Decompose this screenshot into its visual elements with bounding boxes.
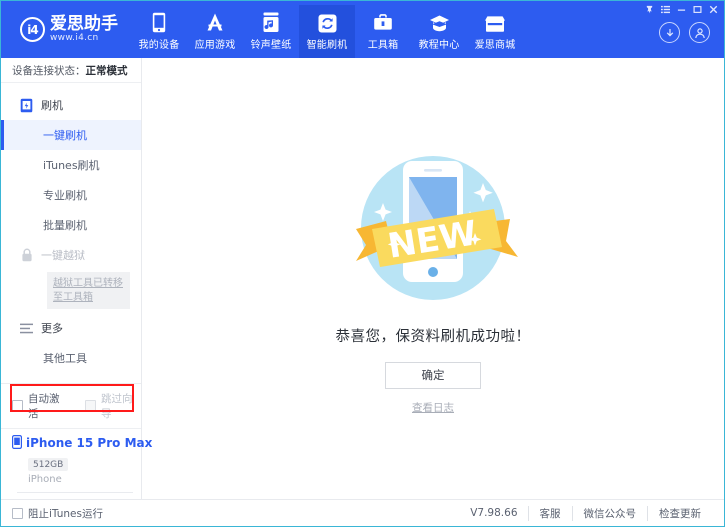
status-bar: 阻止iTunes运行 V7.98.66 客服 微信公众号 检查更新 xyxy=(1,499,724,526)
block-itunes-label: 阻止iTunes运行 xyxy=(28,507,103,520)
connection-status-value: 正常模式 xyxy=(85,64,128,77)
jailbreak-tooltip: 越狱工具已转移至工具箱 xyxy=(47,272,130,309)
lock-icon xyxy=(19,248,34,263)
graduation-cap-icon xyxy=(429,11,450,33)
window-controls xyxy=(642,3,720,16)
nav-tab-tutorials[interactable]: 教程中心 xyxy=(411,5,467,58)
sidebar-item-itunes-flash[interactable]: iTunes刷机 xyxy=(1,150,141,180)
skip-wizard-label: 跳过向导 xyxy=(101,392,133,420)
connection-status-label: 设备连接状态： xyxy=(12,64,86,77)
brand-logo-block: i4 爱思助手 www.i4.cn xyxy=(1,1,131,58)
sidebar-item-download-firmware[interactable]: 下载固件 xyxy=(1,373,141,378)
confirm-button[interactable]: 确定 xyxy=(385,361,481,389)
connection-status: 设备连接状态： 正常模式 xyxy=(1,58,141,83)
customer-service-link[interactable]: 客服 xyxy=(527,505,572,521)
app-header: i4 爱思助手 www.i4.cn 我的设备 应用游戏 铃声壁纸 智能刷机 工具… xyxy=(1,1,724,58)
sidebar-section-flash: 刷机 xyxy=(1,90,141,120)
nav-label: 智能刷机 xyxy=(306,39,348,51)
device-name: iPhone 15 Pro Max xyxy=(26,436,153,450)
sidebar-menu: 刷机 一键刷机 iTunes刷机 专业刷机 批量刷机 一键越狱 越狱工具已转移至… xyxy=(1,83,141,378)
app-body: 设备连接状态： 正常模式 刷机 一键刷机 iTunes刷机 专业刷机 批量刷机 … xyxy=(1,58,724,499)
sidebar-section-label: 更多 xyxy=(41,322,63,335)
menu-icon[interactable] xyxy=(658,3,672,16)
music-icon xyxy=(262,11,280,33)
view-log-link[interactable]: 查看日志 xyxy=(412,400,454,415)
sidebar-item-label: iTunes刷机 xyxy=(43,159,100,172)
sidebar-options-row: 自动激活 跳过向导 xyxy=(1,383,141,428)
sidebar-item-label: 批量刷机 xyxy=(43,219,87,232)
appstore-icon xyxy=(204,11,226,33)
nav-label: 工具箱 xyxy=(367,39,399,51)
success-message: 恭喜您，保资料刷机成功啦！ xyxy=(335,328,531,345)
phone-icon xyxy=(152,11,166,33)
status-bar-right: V7.98.66 客服 微信公众号 检查更新 xyxy=(470,505,712,521)
brand-name: 爱思助手 xyxy=(50,13,118,34)
auto-activate-label: 自动激活 xyxy=(28,392,60,420)
toolbox-icon xyxy=(373,11,393,33)
brand-text: 爱思助手 www.i4.cn xyxy=(50,13,118,43)
nav-tab-apps-games[interactable]: 应用游戏 xyxy=(187,5,243,58)
sidebar-item-jailbreak: 一键越狱 xyxy=(1,240,141,270)
brand-url: www.i4.cn xyxy=(50,32,99,43)
maximize-icon[interactable] xyxy=(690,3,704,16)
phone-flash-icon xyxy=(19,98,34,113)
sidebar-item-pro-flash[interactable]: 专业刷机 xyxy=(1,180,141,210)
nav-tab-my-device[interactable]: 我的设备 xyxy=(131,5,187,58)
device-type: iPhone xyxy=(28,474,62,485)
block-itunes-checkbox[interactable] xyxy=(12,507,23,519)
sidebar-item-batch-flash[interactable]: 批量刷机 xyxy=(1,210,141,240)
nav-tab-smart-flash[interactable]: 智能刷机 xyxy=(299,5,355,58)
sidebar-section-more: 更多 xyxy=(1,313,141,343)
minimize-icon[interactable] xyxy=(674,3,688,16)
device-phone-icon xyxy=(12,434,23,452)
sidebar-item-label: 其他工具 xyxy=(43,352,87,365)
i4-logo-icon: i4 xyxy=(20,17,45,42)
connected-device[interactable]: iPhone 15 Pro Max 512GB iPhone xyxy=(1,427,152,500)
refresh-icon xyxy=(318,11,337,33)
nav-tab-toolbox[interactable]: 工具箱 xyxy=(355,5,411,58)
device-capacity-badge: 512GB xyxy=(28,458,69,471)
wechat-official-link[interactable]: 微信公众号 xyxy=(571,505,648,521)
new-phone-badge-illustration: NEW xyxy=(342,137,524,319)
sidebar: 设备连接状态： 正常模式 刷机 一键刷机 iTunes刷机 专业刷机 批量刷机 … xyxy=(1,58,152,500)
app-window: i4 爱思助手 www.i4.cn 我的设备 应用游戏 铃声壁纸 智能刷机 工具… xyxy=(0,0,725,527)
main-nav: 我的设备 应用游戏 铃声壁纸 智能刷机 工具箱 教程中心 爱思商城 xyxy=(131,1,523,58)
device-divider xyxy=(17,492,133,493)
sidebar-item-label: 一键越狱 xyxy=(41,249,85,262)
skip-wizard-checkbox xyxy=(85,400,96,411)
device-name-row: iPhone 15 Pro Max xyxy=(12,434,152,452)
list-icon xyxy=(19,321,34,336)
nav-label: 爱思商城 xyxy=(474,39,516,51)
check-update-link[interactable]: 检查更新 xyxy=(647,505,712,521)
main-content: NEW 恭喜您，保资料刷机成功啦！ 确定 查看日志 xyxy=(142,58,724,499)
nav-label: 我的设备 xyxy=(138,39,180,51)
auto-activate-checkbox[interactable] xyxy=(12,400,23,411)
sidebar-item-other-tools[interactable]: 其他工具 xyxy=(1,343,141,373)
shop-icon xyxy=(484,11,506,33)
close-icon[interactable] xyxy=(706,3,720,16)
sidebar-item-label: 一键刷机 xyxy=(43,129,87,142)
sidebar-item-one-click-flash[interactable]: 一键刷机 xyxy=(1,120,141,150)
user-account-icon[interactable] xyxy=(689,22,710,43)
nav-label: 铃声壁纸 xyxy=(250,39,292,51)
nav-tab-ringtones-wallpapers[interactable]: 铃声壁纸 xyxy=(243,5,299,58)
block-itunes-row[interactable]: 阻止iTunes运行 xyxy=(12,506,103,521)
sidebar-item-label: 专业刷机 xyxy=(43,189,87,202)
nav-tab-store[interactable]: 爱思商城 xyxy=(467,5,523,58)
download-icon[interactable] xyxy=(659,22,680,43)
sidebar-section-label: 刷机 xyxy=(41,99,63,112)
pin-icon[interactable] xyxy=(642,3,656,16)
nav-label: 应用游戏 xyxy=(194,39,236,51)
version-label: V7.98.66 xyxy=(470,507,518,519)
nav-label: 教程中心 xyxy=(418,39,460,51)
